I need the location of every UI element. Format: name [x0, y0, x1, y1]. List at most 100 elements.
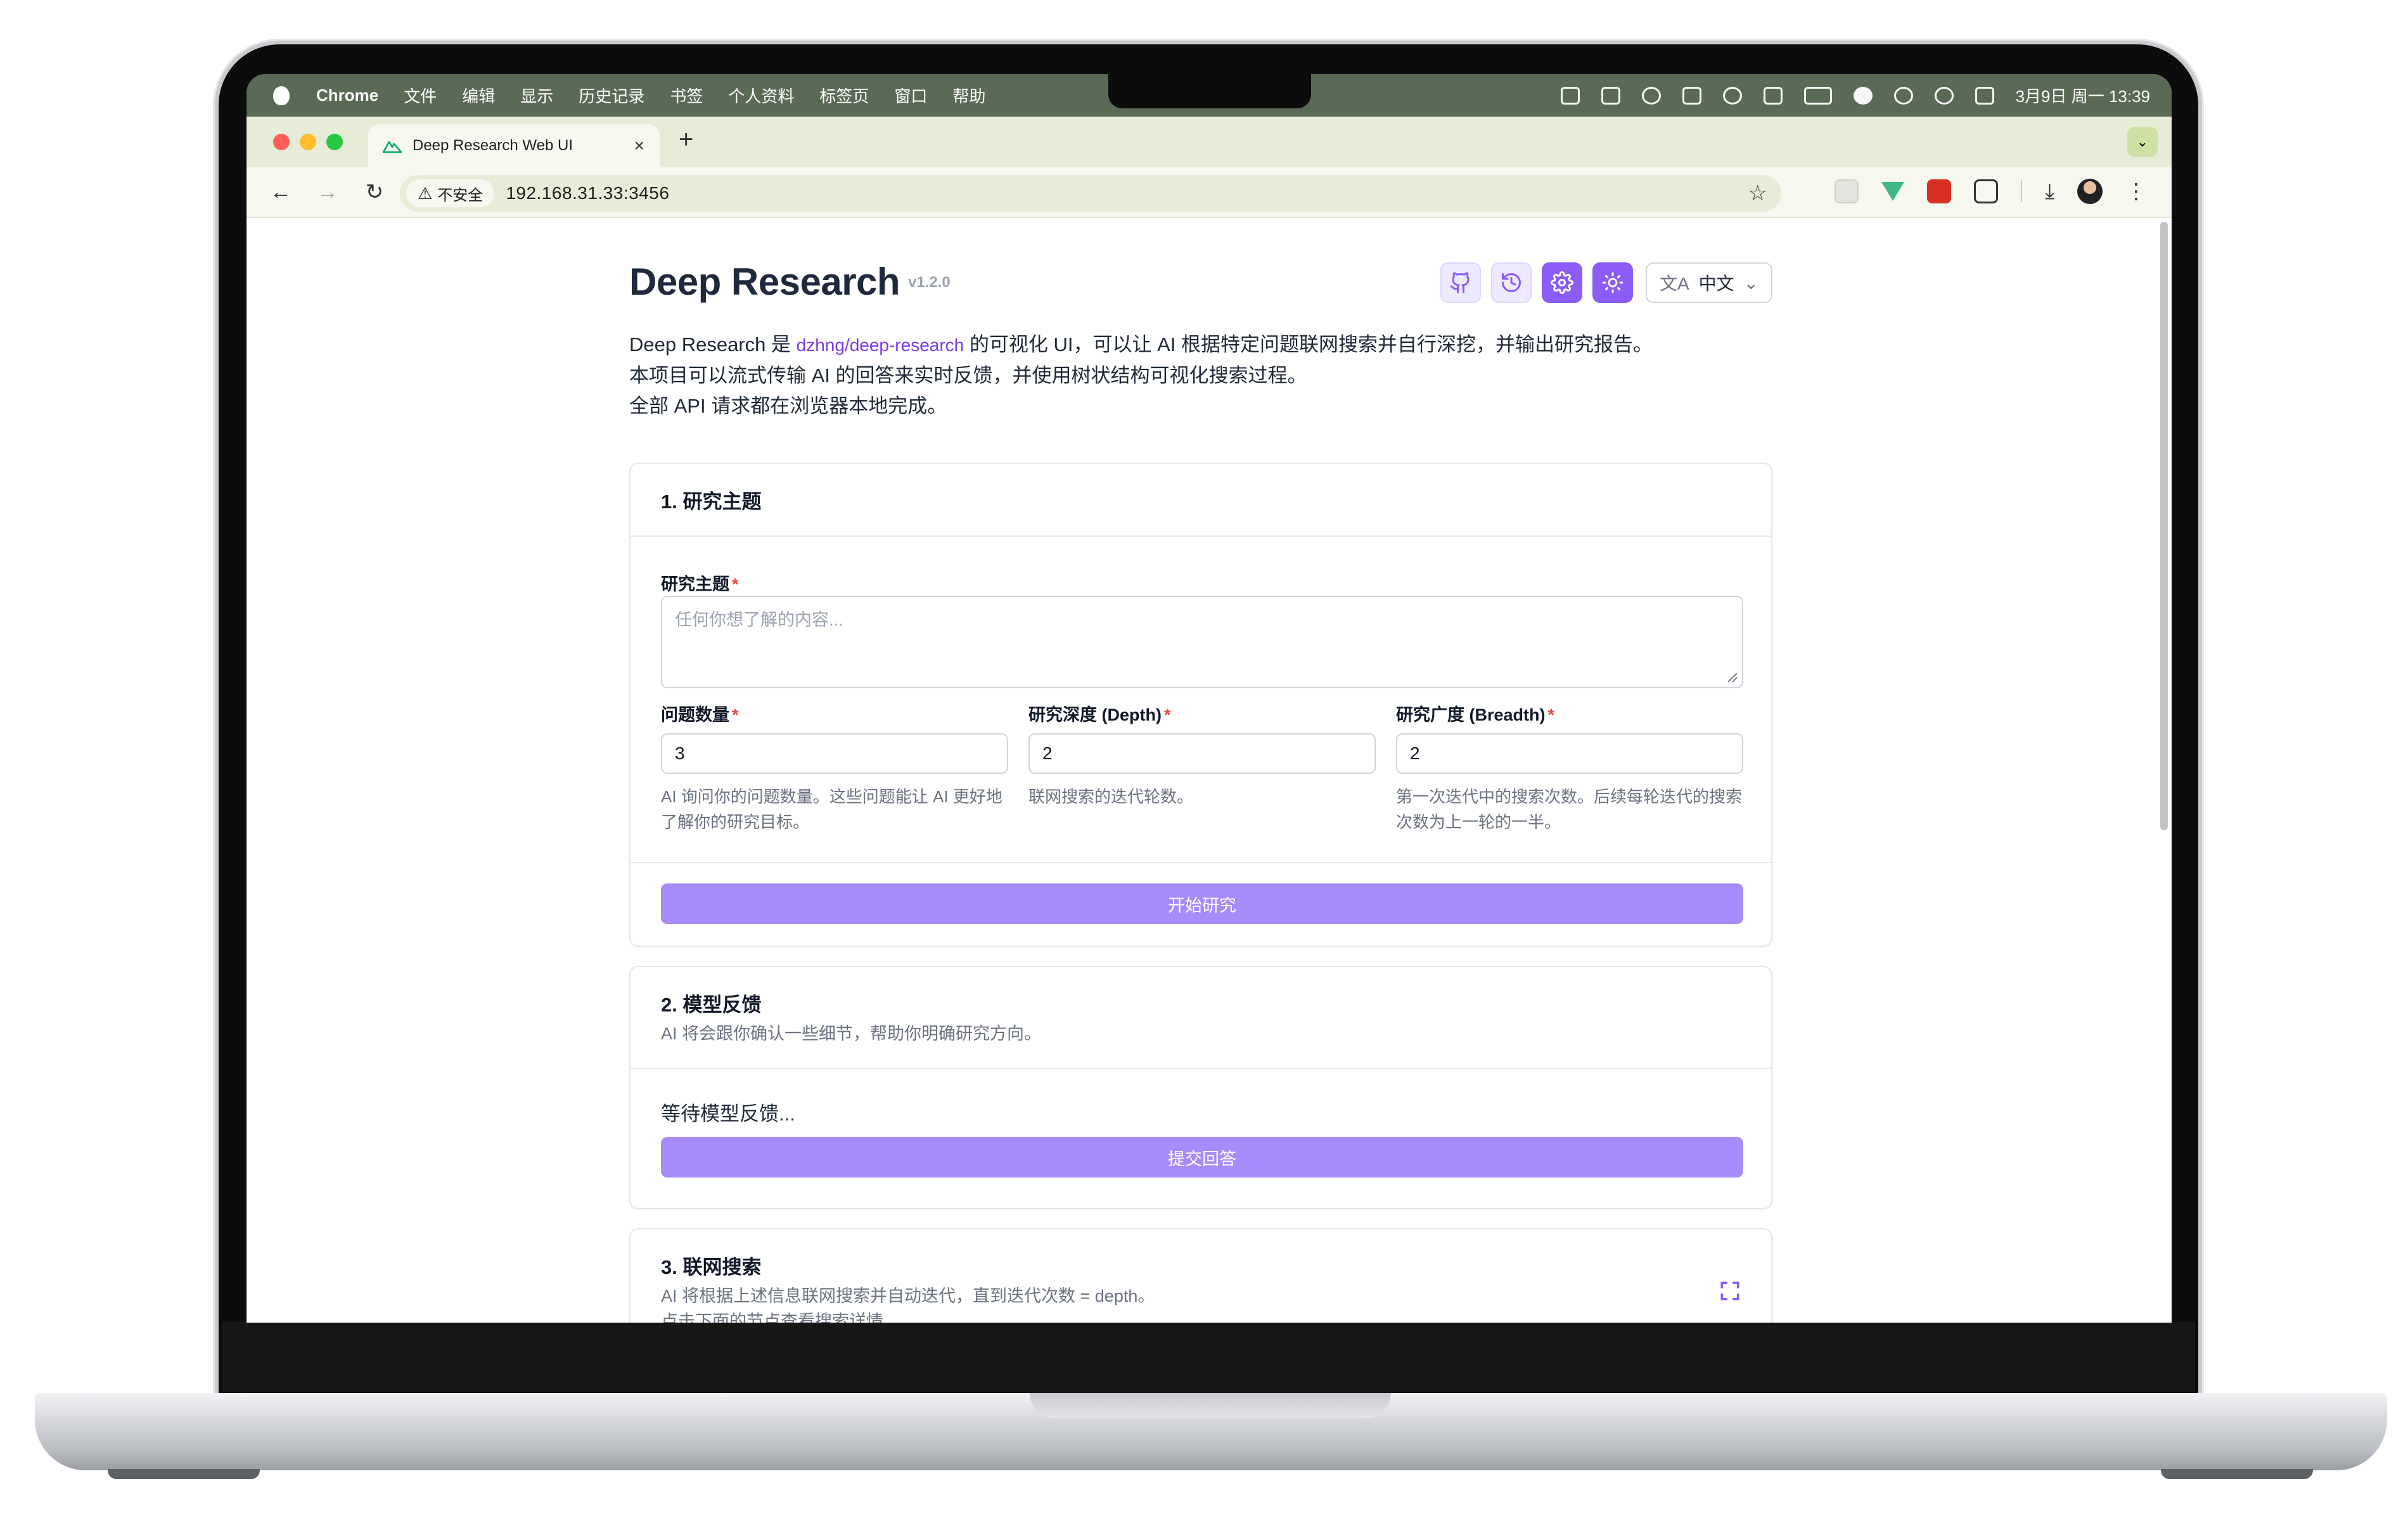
- app-title: Deep Research: [629, 260, 900, 303]
- settings-button[interactable]: [1542, 262, 1582, 303]
- menubar-clock[interactable]: 3月9日 周一 13:39: [2016, 84, 2150, 107]
- page-viewport: Deep Research v1.2.0 文A 中文 ⌄ Deep Resear…: [247, 218, 2172, 1323]
- topic-textarea[interactable]: 任何你想了解的内容...: [661, 596, 1743, 688]
- vue-devtools-icon[interactable]: [1881, 182, 1904, 201]
- wifi-icon[interactable]: [1893, 86, 1913, 105]
- waiting-feedback-text: 等待模型反馈...: [661, 1103, 795, 1125]
- wechat-icon[interactable]: [1722, 86, 1742, 105]
- fullscreen-icon[interactable]: [1719, 1280, 1741, 1302]
- laptop-chin: [222, 1322, 2195, 1393]
- download-icon[interactable]: ⤓: [2045, 179, 2054, 204]
- breadth-label-text: 研究广度 (Breadth): [1396, 705, 1546, 724]
- depth-input[interactable]: 2: [1028, 733, 1376, 774]
- chevron-down-icon: ⌄: [1743, 273, 1758, 293]
- address-bar[interactable]: ⚠ 不安全 192.168.31.33:3456 ☆: [400, 175, 1781, 212]
- breadth-input[interactable]: 2: [1396, 733, 1743, 774]
- card-description-line-1: AI 将根据上述信息联网搜索并自动迭代，直到迭代次数 = depth。: [661, 1287, 1155, 1306]
- intro-line-1: Deep Research 是 dzhng/deep-research 的可视化…: [629, 330, 1772, 361]
- question-count-hint: AI 询问你的问题数量。这些问题能让 AI 更好地了解你的研究目标。: [661, 787, 1002, 831]
- extensions-puzzle-icon[interactable]: [1974, 179, 1998, 203]
- menu-history[interactable]: 历史记录: [579, 84, 644, 107]
- laptop-foot-left: [108, 1469, 260, 1479]
- browser-menu-icon[interactable]: ⋮: [2125, 179, 2147, 204]
- app-header: Deep Research v1.2.0 文A 中文 ⌄: [629, 260, 1772, 311]
- security-indicator[interactable]: ⚠ 不安全: [406, 179, 495, 207]
- bookmark-star-icon[interactable]: ☆: [1748, 181, 1767, 206]
- history-icon: [1502, 273, 1521, 292]
- intro-line-3: 全部 API 请求都在浏览器本地完成。: [629, 395, 947, 417]
- browser-tabstrip: Deep Research Web UI × + ⌄: [247, 117, 2172, 167]
- tab-title: Deep Research Web UI: [413, 137, 573, 154]
- submit-answer-button[interactable]: 提交回答: [661, 1137, 1743, 1178]
- history-button[interactable]: [1491, 262, 1532, 303]
- card-header: 3. 联网搜索 AI 将根据上述信息联网搜索并自动迭代，直到迭代次数 = dep…: [631, 1229, 1771, 1323]
- topic-placeholder: 任何你想了解的内容...: [675, 610, 843, 629]
- card-title: 3. 联网搜索: [661, 1256, 762, 1278]
- question-count-label: 问题数量 *: [661, 701, 1008, 726]
- question-count-input[interactable]: 3: [661, 733, 1008, 774]
- profile-avatar[interactable]: [2077, 179, 2103, 204]
- menu-tabs[interactable]: 标签页: [819, 84, 869, 107]
- apple-logo-icon[interactable]: [273, 86, 290, 105]
- card-header: 2. 模型反馈 AI 将会跟你确认一些细节，帮助你明确研究方向。: [631, 967, 1771, 1069]
- repo-link[interactable]: dzhng/deep-research: [797, 335, 964, 355]
- laptop-foot-right: [2161, 1469, 2313, 1479]
- topic-label: 研究主题 *: [661, 570, 739, 595]
- search-icon[interactable]: [1934, 86, 1954, 105]
- language-select[interactable]: 文A 中文 ⌄: [1646, 262, 1772, 303]
- youdao-icon[interactable]: [1601, 86, 1620, 105]
- tab-search-dropdown-button[interactable]: ⌄: [2127, 127, 2158, 157]
- back-button[interactable]: ←: [268, 180, 293, 205]
- theme-toggle-button[interactable]: [1592, 262, 1633, 303]
- scrollbar[interactable]: [2160, 222, 2168, 830]
- github-icon: [1450, 272, 1470, 293]
- keyboard-icon[interactable]: [1560, 86, 1580, 105]
- menu-window[interactable]: 窗口: [894, 84, 927, 107]
- window-maximize-button[interactable]: [326, 134, 343, 150]
- github-button[interactable]: [1440, 262, 1481, 303]
- card-title: 2. 模型反馈: [661, 994, 762, 1016]
- web-search-card: 3. 联网搜索 AI 将根据上述信息联网搜索并自动迭代，直到迭代次数 = dep…: [629, 1228, 1772, 1323]
- control-center-icon[interactable]: [1975, 86, 1994, 105]
- forward-button[interactable]: →: [315, 180, 340, 205]
- question-count-field: 问题数量 * 3 AI 询问你的问题数量。这些问题能让 AI 更好地了解你的研究目…: [661, 701, 1008, 835]
- menu-view[interactable]: 显示: [520, 84, 553, 107]
- depth-label: 研究深度 (Depth) *: [1028, 701, 1376, 726]
- required-mark: *: [732, 705, 739, 724]
- new-tab-button[interactable]: +: [679, 125, 693, 154]
- question-count-label-text: 问题数量: [661, 705, 729, 724]
- browser-tab-active[interactable]: Deep Research Web UI ×: [368, 124, 660, 167]
- menu-help[interactable]: 帮助: [952, 84, 985, 107]
- menu-bookmarks[interactable]: 书签: [670, 84, 703, 107]
- menu-app-name[interactable]: Chrome: [316, 86, 378, 105]
- required-mark: *: [732, 575, 739, 594]
- status-circle-icon[interactable]: [1853, 86, 1873, 105]
- extension-red-icon[interactable]: [1927, 179, 1951, 203]
- nuxt-favicon-icon: [382, 141, 402, 153]
- research-topic-card: 1. 研究主题 研究主题 * 任何你想了解的内容... 问题数量 * 3 AI 询问…: [629, 463, 1772, 947]
- app-version: v1.2.0: [908, 274, 951, 291]
- menu-file[interactable]: 文件: [404, 84, 437, 107]
- model-feedback-card: 2. 模型反馈 AI 将会跟你确认一些细节，帮助你明确研究方向。 等待模型反馈.…: [629, 966, 1772, 1209]
- resize-handle-icon[interactable]: [1728, 673, 1737, 682]
- reload-button[interactable]: ↻: [362, 179, 387, 205]
- intro-line-1-prefix: Deep Research 是: [629, 333, 797, 356]
- menu-edit[interactable]: 编辑: [462, 84, 495, 107]
- menu-profiles[interactable]: 个人资料: [728, 84, 794, 107]
- image-icon[interactable]: [1763, 86, 1783, 105]
- breadth-hint: 第一次迭代中的搜索次数。后续每轮迭代的搜索次数为上一轮的一半。: [1396, 787, 1743, 831]
- window-minimize-button[interactable]: [300, 134, 316, 150]
- security-label: 不安全: [437, 186, 484, 204]
- url-text[interactable]: 192.168.31.33:3456: [506, 183, 669, 203]
- camera-notch: [1108, 74, 1311, 108]
- macos-menubar: Chrome 文件 编辑 显示 历史记录 书签 个人资料 标签页 窗口 帮助 3…: [247, 74, 2172, 117]
- extension-gray-icon[interactable]: [1835, 179, 1859, 203]
- breadth-label: 研究广度 (Breadth) *: [1396, 701, 1743, 726]
- start-research-button[interactable]: 开始研究: [661, 883, 1743, 924]
- translate-icon[interactable]: [1682, 86, 1701, 105]
- battery-icon[interactable]: [1803, 86, 1832, 105]
- airdrop-icon[interactable]: [1641, 86, 1661, 105]
- window-close-button[interactable]: [273, 134, 290, 150]
- tab-close-icon[interactable]: ×: [634, 136, 644, 156]
- card-divider: [631, 862, 1771, 863]
